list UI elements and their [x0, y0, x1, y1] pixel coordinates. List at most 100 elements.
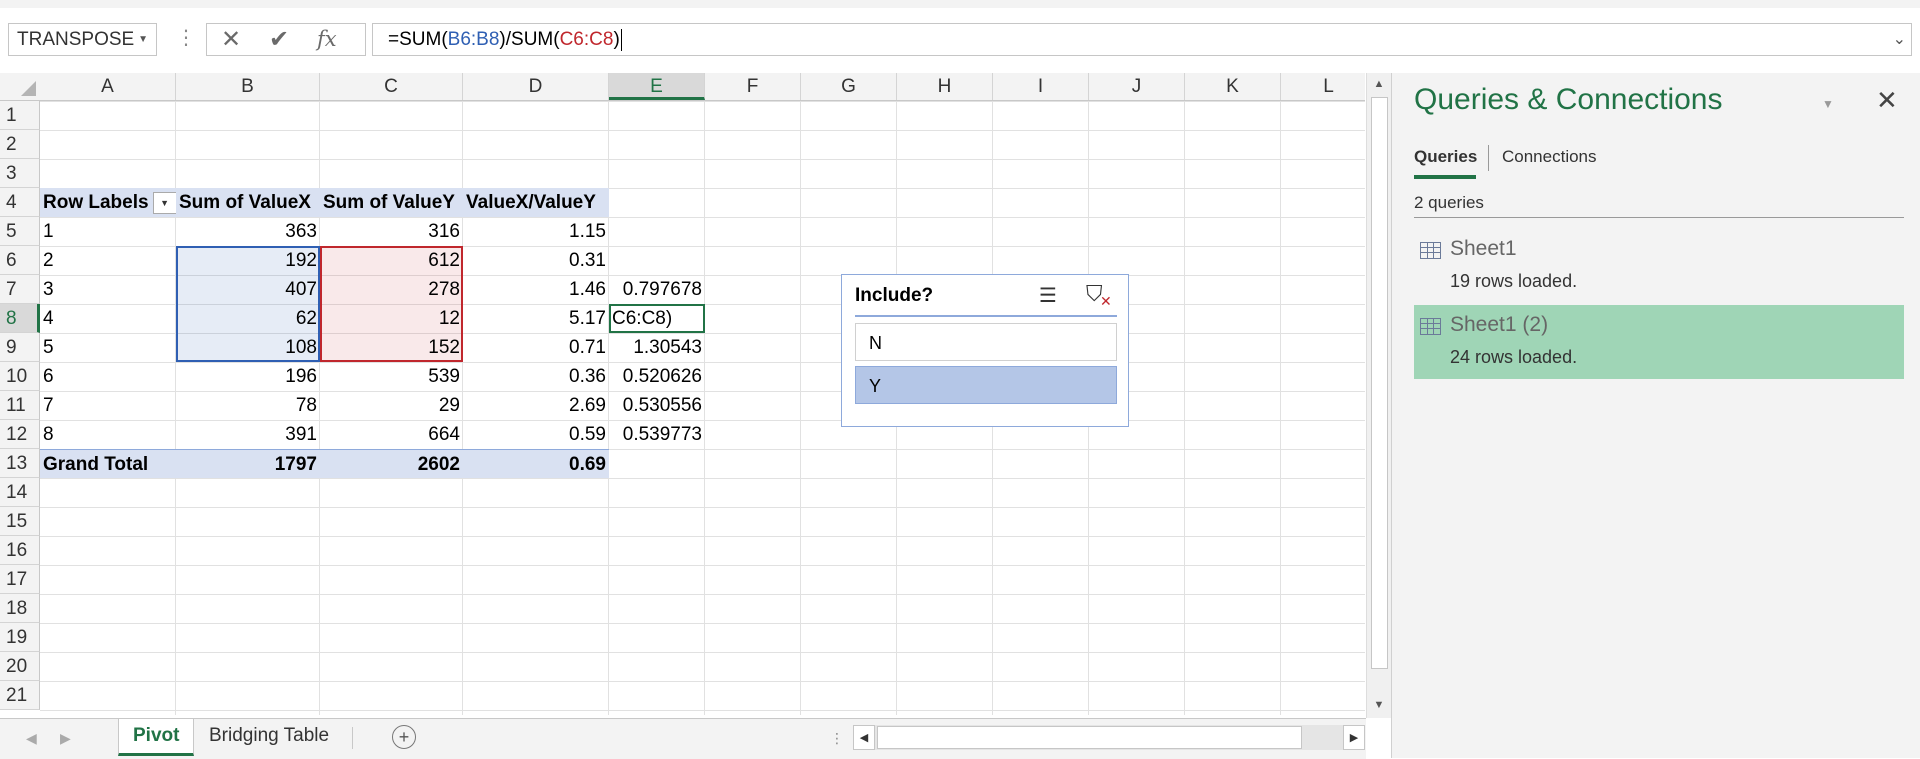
- slicer-include[interactable]: Include? ☰ ⛉ ✕ N Y: [841, 274, 1129, 427]
- multi-select-icon[interactable]: ☰: [1039, 283, 1057, 308]
- query-item-sheet1[interactable]: Sheet1 19 rows loaded.: [1414, 229, 1904, 303]
- row-header-16[interactable]: 16: [0, 536, 40, 565]
- row-header-10[interactable]: 10: [0, 362, 40, 391]
- column-header-f[interactable]: F: [705, 73, 801, 100]
- formula-input[interactable]: =SUM(B6:B8)/SUM(C6:C8): [372, 23, 1912, 56]
- select-all-corner[interactable]: [0, 73, 40, 100]
- row-header-21[interactable]: 21: [0, 681, 40, 710]
- row-header-11[interactable]: 11: [0, 391, 40, 420]
- column-header-d[interactable]: D: [463, 73, 609, 100]
- pivot-row-label[interactable]: 6: [40, 362, 176, 391]
- pivot-cell-valuey[interactable]: 278: [320, 275, 463, 304]
- pivot-cell-ratio[interactable]: 1.46: [463, 275, 609, 304]
- scroll-right-icon[interactable]: ▶: [1343, 725, 1365, 750]
- pivot-cell-valuex[interactable]: 196: [176, 362, 320, 391]
- horizontal-scroll-thumb[interactable]: [877, 726, 1302, 749]
- row-header-15[interactable]: 15: [0, 507, 40, 536]
- pivot-cell-valuey[interactable]: 316: [320, 217, 463, 246]
- column-header-j[interactable]: J: [1089, 73, 1185, 100]
- column-header-h[interactable]: H: [897, 73, 993, 100]
- pivot-cell-ratio[interactable]: 0.59: [463, 420, 609, 449]
- filter-dropdown-icon[interactable]: ▼: [152, 191, 177, 214]
- slicer-item-n[interactable]: N: [855, 323, 1117, 361]
- grand-total-valuey[interactable]: 2602: [320, 449, 463, 478]
- pivot-cell-valuex[interactable]: 62: [176, 304, 320, 333]
- pivot-row-label[interactable]: 7: [40, 391, 176, 420]
- pivot-cell-ratio[interactable]: 0.31: [463, 246, 609, 275]
- pivot-header-sum-valuex[interactable]: Sum of ValueX: [176, 188, 320, 217]
- pane-options-icon[interactable]: ▼: [1822, 97, 1834, 111]
- horizontal-scrollbar[interactable]: ◀ ▶: [853, 725, 1365, 750]
- row-header-3[interactable]: 3: [0, 159, 40, 188]
- column-header-b[interactable]: B: [176, 73, 320, 100]
- scroll-up-icon[interactable]: ▲: [1367, 73, 1391, 95]
- query-item-sheet1-2[interactable]: Sheet1 (2) 24 rows loaded.: [1414, 305, 1904, 379]
- pivot-row-label[interactable]: 2: [40, 246, 176, 275]
- scroll-left-icon[interactable]: ◀: [853, 725, 875, 750]
- grand-total-label[interactable]: Grand Total: [40, 449, 176, 478]
- pivot-cell-ratio[interactable]: 2.69: [463, 391, 609, 420]
- pivot-cell-valuey[interactable]: 539: [320, 362, 463, 391]
- tab-next-icon[interactable]: ▶: [60, 719, 71, 757]
- cell-column-e[interactable]: 0.520626: [609, 362, 705, 391]
- vertical-scrollbar[interactable]: ▲ ▼: [1366, 73, 1391, 718]
- row-header-12[interactable]: 12: [0, 420, 40, 449]
- pivot-cell-ratio[interactable]: 0.36: [463, 362, 609, 391]
- row-header-4[interactable]: 4: [0, 188, 40, 217]
- row-header-7[interactable]: 7: [0, 275, 40, 304]
- pivot-cell-valuex[interactable]: 363: [176, 217, 320, 246]
- column-header-g[interactable]: G: [801, 73, 897, 100]
- row-header-5[interactable]: 5: [0, 217, 40, 246]
- slicer-item-y[interactable]: Y: [855, 366, 1117, 404]
- column-header-e[interactable]: E: [609, 73, 705, 100]
- insert-function-icon[interactable]: fx: [317, 24, 337, 55]
- pivot-cell-valuex[interactable]: 192: [176, 246, 320, 275]
- close-icon[interactable]: ✕: [1876, 85, 1898, 116]
- row-header-13[interactable]: 13: [0, 449, 40, 478]
- pivot-cell-ratio[interactable]: 0.71: [463, 333, 609, 362]
- pivot-row-label[interactable]: 3: [40, 275, 176, 304]
- pivot-cell-valuey[interactable]: 29: [320, 391, 463, 420]
- row-header-8[interactable]: 8: [0, 304, 40, 333]
- column-header-a[interactable]: A: [40, 73, 176, 100]
- row-header-14[interactable]: 14: [0, 478, 40, 507]
- pivot-row-label[interactable]: 1: [40, 217, 176, 246]
- row-header-6[interactable]: 6: [0, 246, 40, 275]
- pivot-cell-valuey[interactable]: 664: [320, 420, 463, 449]
- pivot-cell-ratio[interactable]: 5.17: [463, 304, 609, 333]
- pivot-header-row-labels[interactable]: Row Labels ▼: [40, 188, 177, 217]
- row-header-18[interactable]: 18: [0, 594, 40, 623]
- tab-prev-icon[interactable]: ◀: [26, 719, 37, 757]
- pivot-header-ratio[interactable]: ValueX/ValueY: [463, 188, 609, 217]
- name-box[interactable]: TRANSPOSE ▼: [8, 23, 157, 56]
- sheet-tab-pivot[interactable]: Pivot: [118, 719, 195, 756]
- pivot-cell-valuex[interactable]: 407: [176, 275, 320, 304]
- row-header-2[interactable]: 2: [0, 130, 40, 159]
- tab-queries[interactable]: Queries: [1414, 147, 1477, 179]
- scroll-down-icon[interactable]: ▼: [1367, 694, 1391, 716]
- pivot-cell-valuey[interactable]: 612: [320, 246, 463, 275]
- pivot-row-label[interactable]: 8: [40, 420, 176, 449]
- enter-icon[interactable]: ✔: [269, 24, 289, 55]
- cells-area[interactable]: Row Labels ▼ Sum of ValueX Sum of ValueY Val…: [40, 101, 1365, 715]
- pivot-cell-valuex[interactable]: 391: [176, 420, 320, 449]
- cell-column-e[interactable]: 0.539773: [609, 420, 705, 449]
- column-header-k[interactable]: K: [1185, 73, 1281, 100]
- grand-total-ratio[interactable]: 0.69: [463, 449, 609, 478]
- tab-split-handle-icon[interactable]: ⋮: [830, 719, 844, 757]
- more-vert-icon[interactable]: ⋮: [176, 23, 196, 54]
- pivot-row-label[interactable]: 4: [40, 304, 176, 333]
- column-header-c[interactable]: C: [320, 73, 463, 100]
- editing-cell-e8[interactable]: C6:C8): [609, 304, 705, 333]
- cell-column-e[interactable]: 0.797678: [609, 275, 705, 304]
- pivot-cell-valuex[interactable]: 78: [176, 391, 320, 420]
- chevron-down-icon[interactable]: ▼: [138, 24, 148, 55]
- sheet-tab-bridging-table[interactable]: Bridging Table: [195, 719, 343, 753]
- clear-filter-icon[interactable]: ⛉ ✕: [1086, 281, 1112, 309]
- cell-column-e[interactable]: 0.530556: [609, 391, 705, 420]
- pivot-row-label[interactable]: 5: [40, 333, 176, 362]
- vertical-scroll-thumb[interactable]: [1371, 97, 1388, 669]
- expand-formula-icon[interactable]: ⌄: [1893, 23, 1906, 56]
- pivot-cell-ratio[interactable]: 1.15: [463, 217, 609, 246]
- grand-total-valuex[interactable]: 1797: [176, 449, 320, 478]
